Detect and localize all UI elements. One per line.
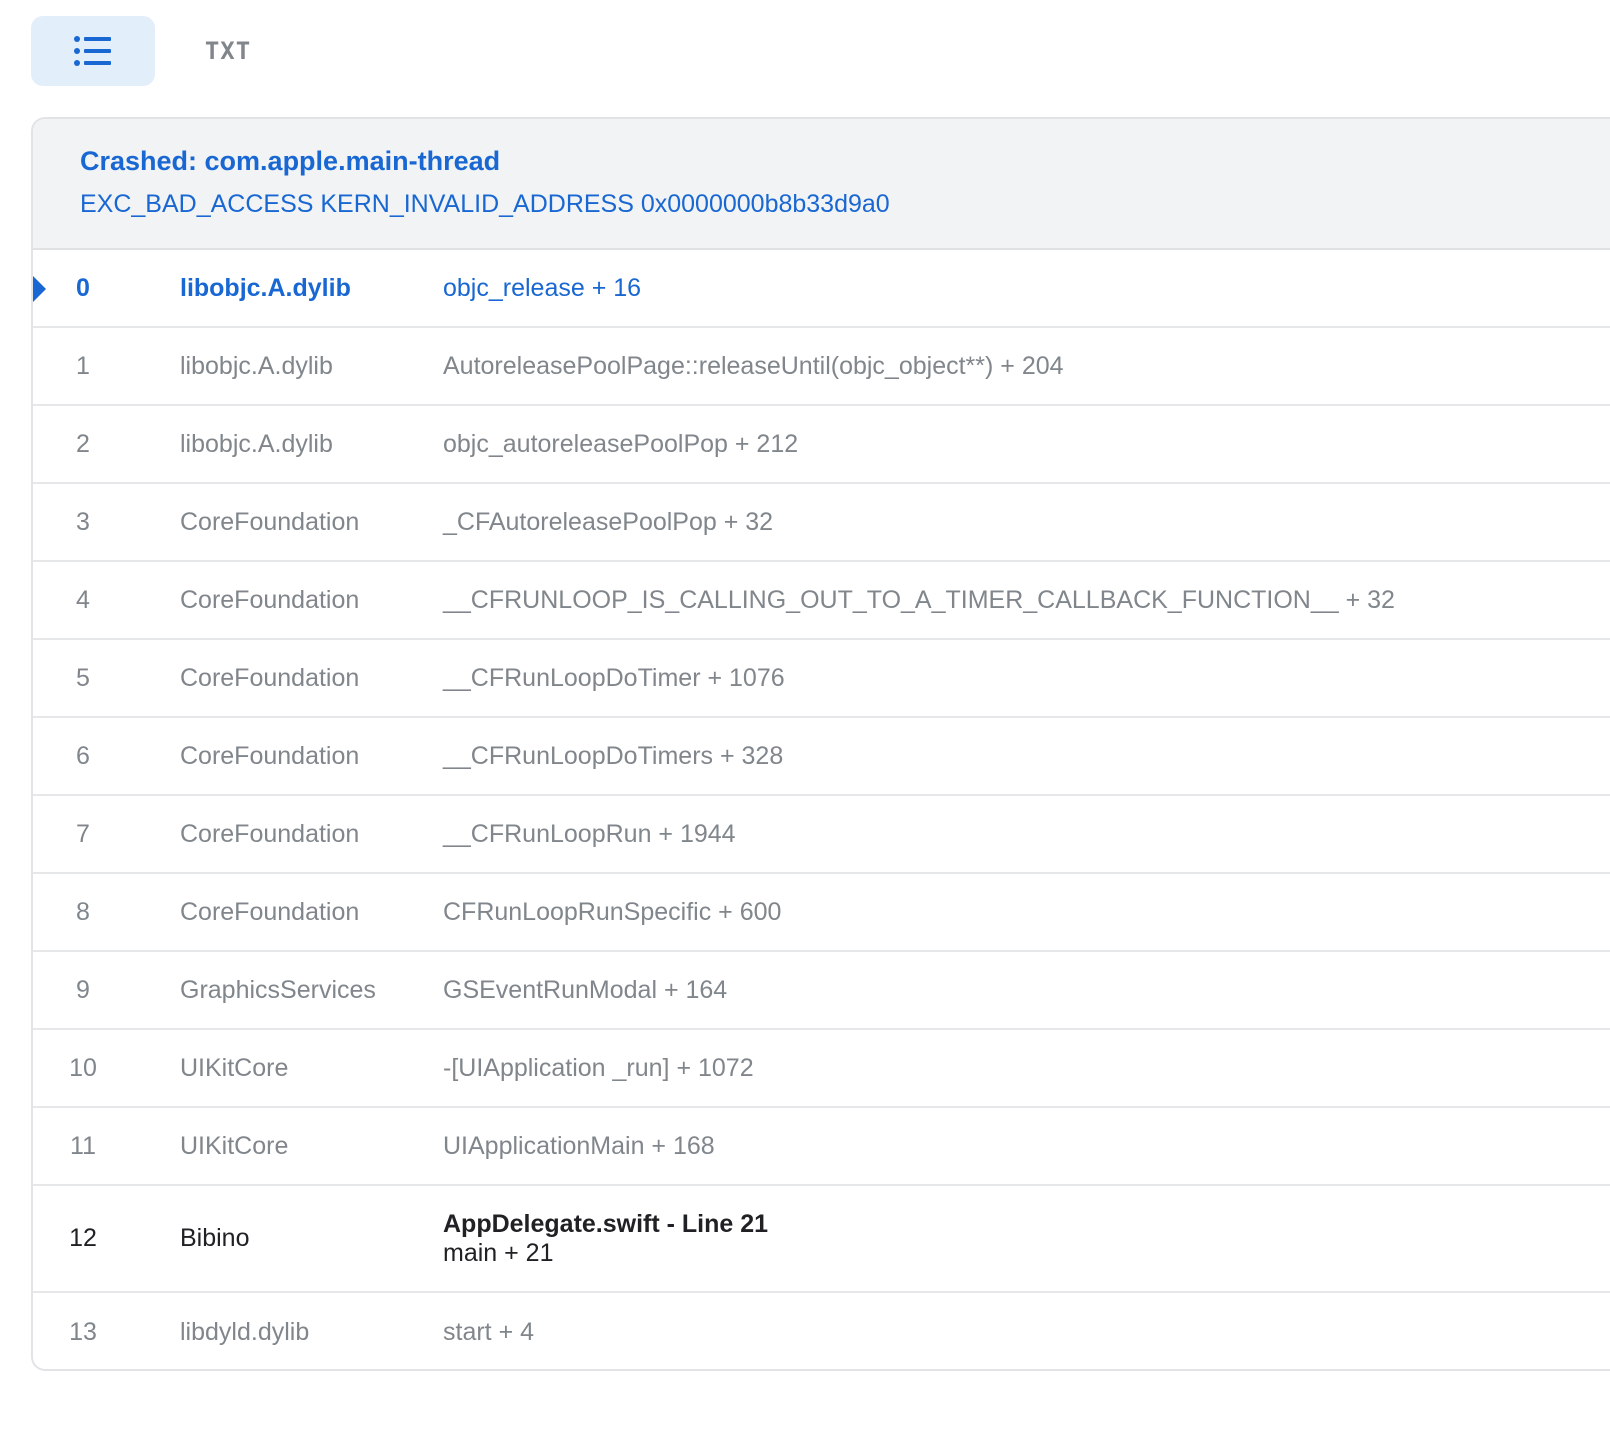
frame-library: libdyld.dylib [180,1317,310,1346]
frame-library: CoreFoundation [180,585,360,614]
frame-symbol: __CFRunLoopRun + 1944 [443,819,736,848]
stack-frame-row[interactable]: 3 CoreFoundation _CFAutoreleasePoolPop +… [33,484,1610,562]
frame-symbol: __CFRunLoopDoTimers + 328 [443,741,784,770]
frame-index: 1 [76,351,90,380]
stack-frame-row[interactable]: 6 CoreFoundation __CFRunLoopDoTimers + 3… [33,718,1610,796]
frame-library: CoreFoundation [180,897,360,926]
frame-symbol: GSEventRunModal + 164 [443,975,728,1004]
frame-symbol: objc_autoreleasePoolPop + 212 [443,429,799,458]
frame-symbol: AutoreleasePoolPage::releaseUntil(objc_o… [443,351,1064,380]
frame-index: 12 [69,1224,97,1252]
stack-frame-row[interactable]: 5 CoreFoundation __CFRunLoopDoTimer + 10… [33,640,1610,718]
frame-index: 2 [76,429,90,458]
stack-frame-row[interactable]: 13 libdyld.dylib start + 4 [33,1293,1610,1369]
stack-frame-row[interactable]: 7 CoreFoundation __CFRunLoopRun + 1944 [33,796,1610,874]
frame-symbol: objc_release + 16 [443,273,642,302]
frame-symbol: main + 21 [443,1238,554,1267]
frame-index: 10 [69,1053,97,1082]
txt-view-label: TXT [204,37,252,65]
frame-symbol: CFRunLoopRunSpecific + 600 [443,897,782,926]
frame-index: 4 [76,585,90,614]
frame-symbol-block: AppDelegate.swift - Line 21 main + 21 [443,1210,768,1268]
frame-library: CoreFoundation [180,507,360,536]
frame-symbol: _CFAutoreleasePoolPop + 32 [443,507,774,536]
list-icon [74,36,111,66]
stack-frame-row[interactable]: 8 CoreFoundation CFRunLoopRunSpecific + … [33,874,1610,952]
frame-symbol: start + 4 [443,1317,535,1346]
list-view-button[interactable] [31,16,155,86]
frame-symbol: UIApplicationMain + 168 [443,1131,715,1160]
frame-index: 8 [76,897,90,926]
stack-frame-row[interactable]: 4 CoreFoundation __CFRUNLOOP_IS_CALLING_… [33,562,1610,640]
frame-library: CoreFoundation [180,663,360,692]
frame-library: CoreFoundation [180,819,360,848]
frame-index: 9 [76,975,90,1004]
crash-title: Crashed: com.apple.main-thread [80,146,501,176]
crash-header: Crashed: com.apple.main-thread EXC_BAD_A… [33,119,1610,250]
frame-index: 0 [76,273,90,302]
stack-frame-row-app[interactable]: 12 Bibino AppDelegate.swift - Line 21 ma… [33,1186,1610,1293]
frame-index: 5 [76,663,90,692]
crashed-frame-arrow-icon [33,276,46,302]
frame-symbol: __CFRunLoopDoTimer + 1076 [443,663,785,692]
stack-frame-row[interactable]: 1 libobjc.A.dylib AutoreleasePoolPage::r… [33,328,1610,406]
stack-frame-row[interactable]: 10 UIKitCore -[UIApplication _run] + 107… [33,1030,1610,1108]
crash-exception: EXC_BAD_ACCESS KERN_INVALID_ADDRESS 0x00… [80,190,890,218]
stack-frame-row[interactable]: 0 libobjc.A.dylib objc_release + 16 [33,250,1610,328]
stack-trace-panel: Crashed: com.apple.main-thread EXC_BAD_A… [31,117,1610,1371]
frame-library: GraphicsServices [180,975,376,1004]
stack-frame-row[interactable]: 11 UIKitCore UIApplicationMain + 168 [33,1108,1610,1186]
frame-library: libobjc.A.dylib [180,429,333,458]
frame-library: libobjc.A.dylib [180,351,333,380]
frame-symbol: -[UIApplication _run] + 1072 [443,1053,754,1082]
frame-library: Bibino [180,1224,250,1252]
frame-source-file: AppDelegate.swift - Line 21 [443,1209,769,1238]
frame-index: 3 [76,507,90,536]
frame-index: 7 [76,819,90,848]
view-toggle-toolbar: TXT [31,16,260,86]
txt-view-button[interactable]: TXT [196,16,260,86]
frame-index: 11 [70,1131,96,1160]
frame-symbol: __CFRUNLOOP_IS_CALLING_OUT_TO_A_TIMER_CA… [443,585,1395,614]
stack-frames-list: 0 libobjc.A.dylib objc_release + 16 1 li… [33,250,1610,1369]
frame-index: 13 [69,1317,97,1346]
frame-library: UIKitCore [180,1053,289,1082]
frame-library: CoreFoundation [180,741,360,770]
frame-library: UIKitCore [180,1131,289,1160]
stack-frame-row[interactable]: 2 libobjc.A.dylib objc_autoreleasePoolPo… [33,406,1610,484]
stack-frame-row[interactable]: 9 GraphicsServices GSEventRunModal + 164 [33,952,1610,1030]
frame-library: libobjc.A.dylib [180,273,351,302]
frame-index: 6 [76,741,90,770]
